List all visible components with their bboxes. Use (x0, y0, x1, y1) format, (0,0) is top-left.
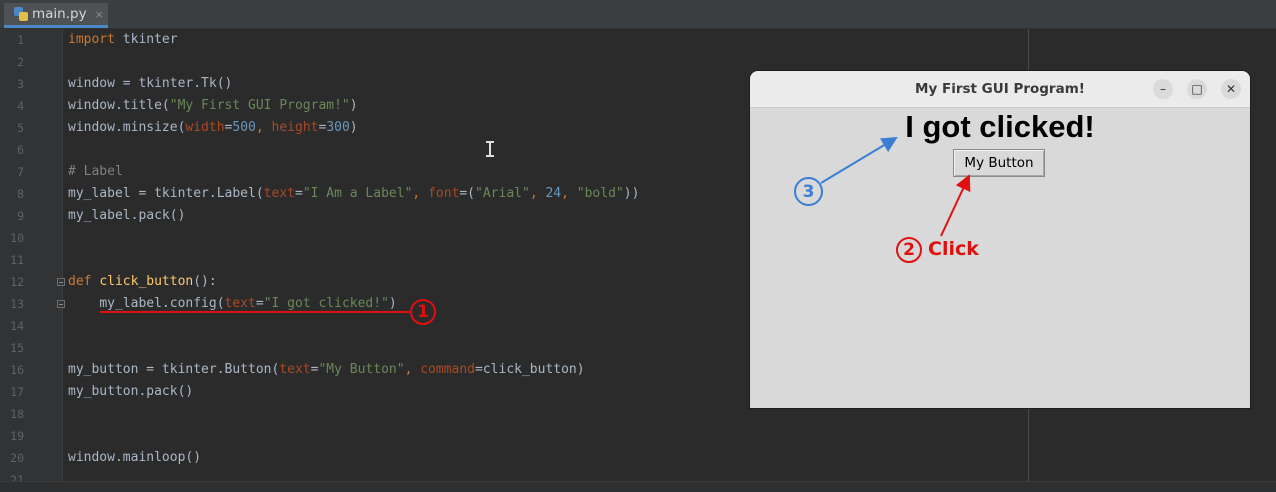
fold-marker-icon[interactable] (57, 300, 65, 308)
line-number: 13 (10, 297, 24, 311)
line-number: 16 (10, 363, 24, 377)
annotation-step-2: 2 (896, 237, 922, 263)
line-number: 14 (10, 319, 24, 333)
code-line-9[interactable]: my_label.pack() (68, 205, 185, 227)
line-number: 10 (10, 231, 24, 245)
code-line-1[interactable]: import tkinter (68, 29, 178, 51)
code-line-20[interactable]: window.mainloop() (68, 447, 201, 469)
my-button[interactable]: My Button (953, 149, 1045, 177)
line-number: 17 (10, 385, 24, 399)
editor-bottom-bar (0, 481, 1276, 492)
minimize-icon[interactable]: – (1153, 79, 1173, 99)
annotation-step-3: 3 (794, 177, 823, 206)
line-number: 18 (10, 407, 24, 421)
line-number: 9 (17, 209, 24, 223)
line-number: 19 (10, 429, 24, 443)
line-number: 20 (10, 451, 24, 465)
code-line-8[interactable]: my_label = tkinter.Label(text="I Am a La… (68, 183, 639, 205)
line-number: 8 (17, 187, 24, 201)
code-line-7[interactable]: # Label (68, 161, 123, 183)
fold-marker-icon[interactable] (57, 278, 65, 286)
annotation-step-1: 1 (410, 299, 436, 325)
line-number: 7 (17, 165, 24, 179)
python-file-icon (14, 7, 28, 21)
line-number: 11 (10, 253, 24, 267)
code-line-4[interactable]: window.title("My First GUI Program!") (68, 95, 358, 117)
line-number: 12 (10, 275, 24, 289)
line-number: 1 (17, 33, 24, 47)
line-number-gutter: 1 2 3 4 5 6 7 8 9 10 11 12 13 14 15 16 1… (0, 29, 63, 487)
code-line-12[interactable]: def click_button(): (68, 271, 217, 293)
line-number: 2 (17, 55, 24, 69)
text-cursor-icon (486, 141, 494, 157)
annotation-click-label: Click (928, 238, 979, 260)
tk-titlebar[interactable]: My First GUI Program! – □ ✕ (750, 71, 1250, 108)
editor-tab-bar: main.py × (0, 0, 1276, 29)
tk-window-title: My First GUI Program! (915, 81, 1085, 97)
tab-close-icon[interactable]: × (95, 8, 104, 21)
line-number: 4 (17, 99, 24, 113)
maximize-icon[interactable]: □ (1187, 79, 1207, 99)
tk-window: My First GUI Program! – □ ✕ I got clicke… (750, 71, 1250, 408)
code-line-5[interactable]: window.minsize(width=500, height=300) (68, 117, 358, 139)
annotation-underline (100, 311, 410, 313)
line-number: 3 (17, 77, 24, 91)
code-line-3[interactable]: window = tkinter.Tk() (68, 73, 232, 95)
close-icon[interactable]: ✕ (1221, 79, 1241, 99)
code-line-16[interactable]: my_button = tkinter.Button(text="My Butt… (68, 359, 585, 381)
tk-label: I got clicked! (905, 109, 1095, 144)
line-number: 6 (17, 143, 24, 157)
code-line-17[interactable]: my_button.pack() (68, 381, 193, 403)
line-number: 5 (17, 121, 24, 135)
line-number: 15 (10, 341, 24, 355)
tab-main-py[interactable]: main.py × (4, 3, 108, 28)
tab-label: main.py (32, 6, 87, 22)
